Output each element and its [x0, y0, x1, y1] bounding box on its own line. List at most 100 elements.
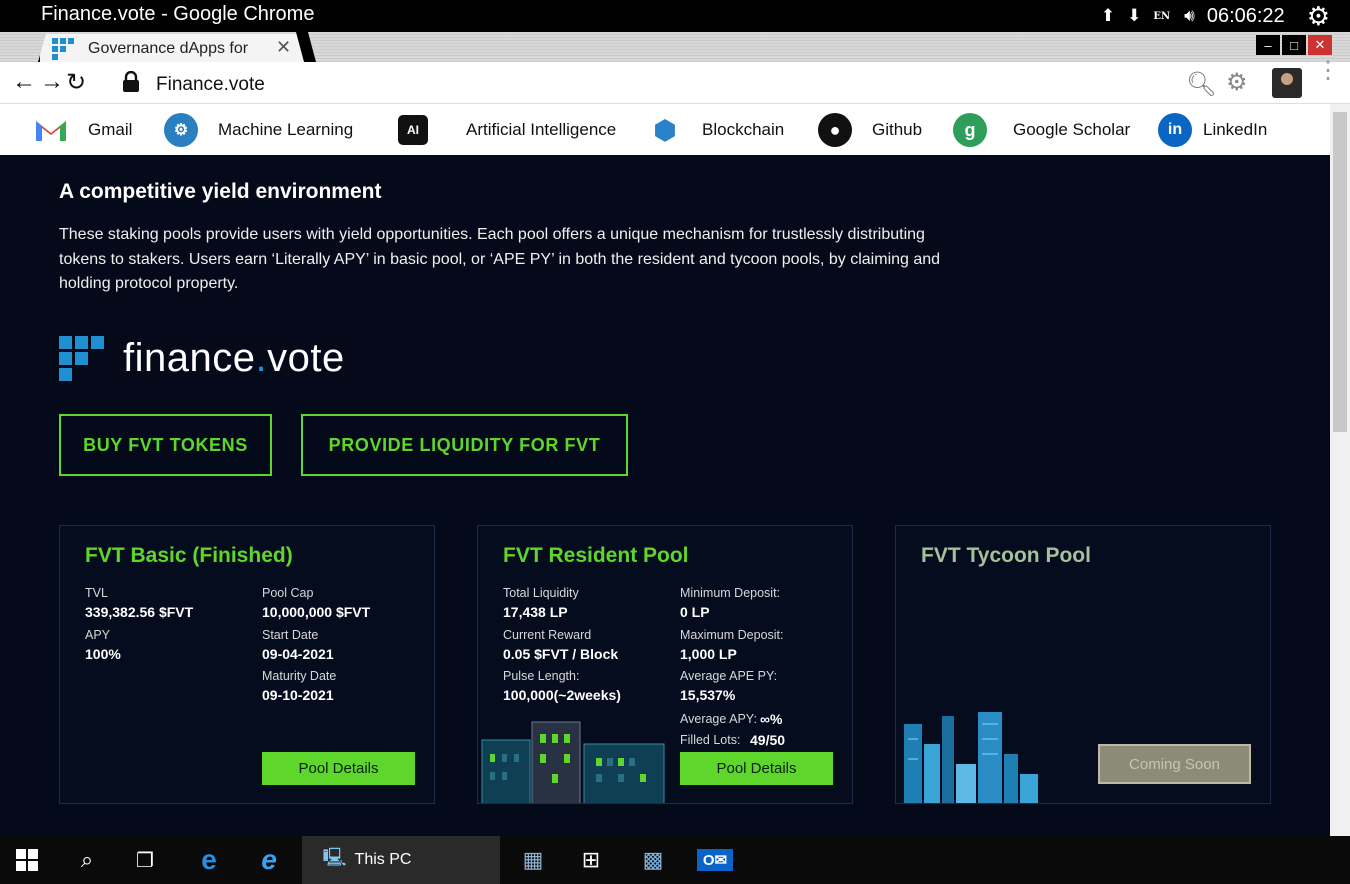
finance-vote-logo-mark-icon: [59, 335, 104, 381]
computer-icon: 🖳︎: [322, 847, 347, 867]
tvl-value: 339,382.56 $FVT: [85, 604, 194, 620]
edge-browser-icon[interactable]: e: [184, 836, 234, 884]
tab-strip: Governance dApps for ✕ ‒ □ ✕: [0, 32, 1350, 62]
pool-card-tycoon: FVT Tycoon Pool Coming Soon: [895, 525, 1271, 804]
menu-dots-icon[interactable]: ⋮: [1316, 59, 1340, 83]
clock[interactable]: 06:06:22: [1207, 5, 1285, 28]
bookmark-blockchain[interactable]: ⬢ Blockchain: [648, 111, 785, 149]
upload-arrow-icon: ⬆: [1100, 6, 1116, 25]
start-date-label: Start Date: [262, 628, 319, 642]
bookmark-label: Google Scholar: [1013, 120, 1131, 139]
average-ape-py-value: 15,537%: [680, 687, 736, 703]
tab-close-icon[interactable]: ✕: [276, 37, 291, 58]
bookmark-linkedin[interactable]: in LinkedIn: [1158, 111, 1267, 149]
minimum-deposit-value: 0 LP: [680, 604, 710, 620]
maturity-date-label: Maturity Date: [262, 669, 337, 683]
bookmark-label: Artificial Intelligence: [466, 120, 617, 139]
system-tray: ⬆ ⬇ EN 🔊︎ 06:06:22 ⚙: [1101, 0, 1350, 32]
start-button[interactable]: [0, 836, 54, 884]
close-window-button[interactable]: ✕: [1308, 35, 1332, 55]
pool-details-button[interactable]: Pool Details: [680, 752, 833, 785]
bookmark-label: Github: [872, 120, 923, 139]
total-liquidity-value: 17,438 LP: [503, 604, 568, 620]
page-content: A competitive yield environment These st…: [0, 155, 1330, 836]
taskbar: ⌕ ❐ e e 🖳︎ This PC ▦ ⊞ ▩ O✉: [0, 836, 1350, 884]
bookmark-github[interactable]: ● Github: [818, 111, 922, 149]
pool-details-button[interactable]: Pool Details: [262, 752, 415, 785]
outlook-icon[interactable]: O✉: [690, 836, 740, 884]
github-icon: ●: [818, 113, 852, 147]
pool-card-resident: FVT Resident Pool Total Liquidity 17,438…: [477, 525, 853, 804]
settings-gear-icon[interactable]: ⚙: [1307, 1, 1330, 32]
card-title: FVT Basic (Finished): [85, 544, 293, 567]
current-reward-value: 0.05 $FVT / Block: [503, 646, 619, 662]
bookmark-label: Blockchain: [702, 120, 785, 139]
bookmark-label: Machine Learning: [218, 120, 354, 139]
blockchain-icon: ⬢: [653, 114, 677, 145]
maximum-deposit-label: Maximum Deposit:: [680, 628, 784, 642]
bookmark-google-scholar[interactable]: g Google Scholar: [953, 111, 1130, 149]
average-apy-label: Average APY:: [680, 712, 757, 726]
volume-icon[interactable]: 🔊︎: [1184, 6, 1195, 26]
bookmarks-bar: Gmail ⚙ Machine Learning AI Artificial I…: [0, 104, 1330, 155]
page-scrollbar[interactable]: [1330, 104, 1350, 836]
city-app-icon[interactable]: ▦: [508, 836, 558, 884]
reload-icon[interactable]: ↻: [66, 68, 86, 97]
ai-chip-icon: AI: [398, 115, 428, 145]
task-view-icon[interactable]: ❐: [120, 836, 170, 884]
bookmark-artificial-intelligence[interactable]: AI Artificial Intelligence: [398, 111, 616, 149]
bookmark-gmail[interactable]: Gmail: [34, 111, 132, 149]
logo-text-vote: vote: [267, 336, 345, 380]
bookmark-label: LinkedIn: [1203, 120, 1268, 139]
outlook-o-icon: O✉: [696, 849, 734, 871]
card-title: FVT Resident Pool: [503, 544, 689, 567]
this-pc-taskbar-item[interactable]: 🖳︎ This PC: [312, 836, 422, 884]
apy-label: APY: [85, 628, 111, 642]
tab-title: Governance dApps for: [88, 40, 249, 57]
internet-explorer-icon[interactable]: e: [244, 836, 294, 884]
finance-vote-favicon-icon: [52, 38, 74, 60]
pool-cap-label: Pool Cap: [262, 586, 314, 600]
filled-lots-value: 49/50: [750, 732, 786, 748]
extension-gear-icon[interactable]: ⚙: [1226, 68, 1248, 97]
provide-liquidity-button[interactable]: PROVIDE LIQUIDITY FOR FVT: [301, 414, 628, 476]
buy-fvt-tokens-button[interactable]: BUY FVT TOKENS: [59, 414, 272, 476]
window-title: Finance.vote - Google Chrome: [41, 3, 315, 25]
linkedin-icon: in: [1158, 113, 1192, 147]
apy-value: 100%: [85, 646, 121, 662]
language-indicator[interactable]: EN: [1153, 11, 1170, 22]
minimize-button[interactable]: ‒: [1256, 35, 1280, 55]
current-reward-label: Current Reward: [503, 628, 592, 642]
pulse-length-label: Pulse Length:: [503, 669, 580, 683]
browser-tab[interactable]: Governance dApps for ✕: [38, 34, 306, 62]
total-liquidity-label: Total Liquidity: [503, 586, 579, 600]
logo-text-finance: finance: [123, 336, 256, 380]
logo-text-dot: .: [255, 336, 268, 380]
average-apy-value: ∞%: [760, 711, 783, 727]
maximize-button[interactable]: □: [1282, 35, 1306, 55]
machine-learning-icon: ⚙: [164, 113, 198, 147]
url-text[interactable]: Finance.vote: [156, 74, 265, 96]
finance-vote-logo[interactable]: finance.vote: [59, 335, 345, 381]
gmail-icon: [36, 121, 66, 141]
taskbar-label: This PC: [354, 851, 412, 868]
bookmark-machine-learning[interactable]: ⚙ Machine Learning: [164, 111, 353, 149]
finance-vote-app-icon[interactable]: ▩: [628, 836, 678, 884]
search-icon[interactable]: 🔍︎: [1186, 70, 1216, 99]
pulse-length-value: 100,000(~2weeks): [503, 687, 621, 703]
forward-arrow-icon[interactable]: →: [40, 68, 64, 96]
address-bar[interactable]: Finance.vote 🔍︎: [100, 66, 1225, 100]
tvl-label: TVL: [85, 586, 108, 600]
tycoon-skyscrapers-illustration: [904, 712, 1038, 803]
store-icon[interactable]: ⊞: [566, 836, 616, 884]
card-title: FVT Tycoon Pool: [921, 544, 1091, 567]
profile-avatar[interactable]: [1272, 68, 1302, 98]
scrollbar-thumb[interactable]: [1333, 112, 1347, 432]
lock-icon: [123, 71, 139, 92]
search-taskbar-icon[interactable]: ⌕: [62, 836, 112, 884]
back-arrow-icon[interactable]: ←: [12, 68, 36, 96]
logo-text: finance.vote: [123, 336, 345, 381]
coming-soon-button[interactable]: Coming Soon: [1098, 744, 1251, 784]
start-date-value: 09-04-2021: [262, 646, 334, 662]
window-controls: ‒ □ ✕: [1256, 35, 1332, 55]
